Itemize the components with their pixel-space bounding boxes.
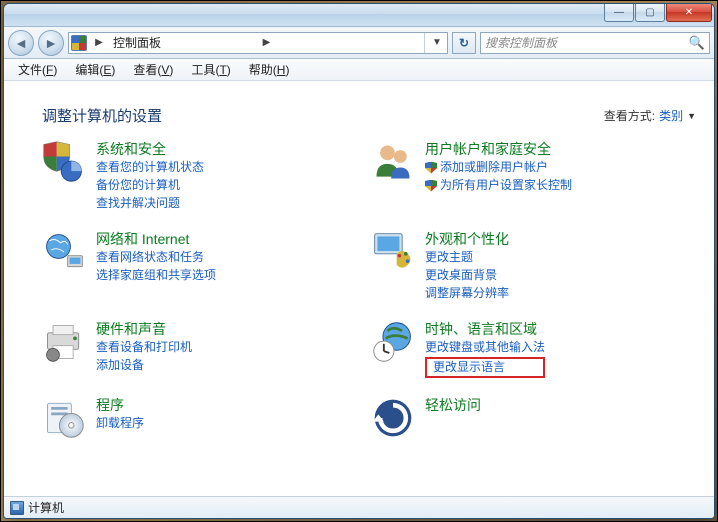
category-ease-of-access: 轻松访问 bbox=[371, 396, 696, 440]
address-bar[interactable]: ▶ 控制面板 ▶ ▼ bbox=[68, 32, 448, 54]
category-link[interactable]: 查看设备和打印机 bbox=[96, 339, 192, 356]
category-user-accounts: 用户帐户和家庭安全 添加或删除用户帐户 为所有用户设置家长控制 bbox=[371, 140, 696, 212]
category-link[interactable]: 添加或删除用户帐户 bbox=[425, 159, 572, 176]
statusbar: 计算机 bbox=[4, 496, 714, 518]
history-dropdown-icon[interactable]: ▼ bbox=[429, 37, 445, 48]
refresh-button[interactable]: ↻ bbox=[452, 32, 476, 54]
category-title[interactable]: 时钟、语言和区域 bbox=[425, 320, 545, 338]
shield-icon bbox=[425, 180, 437, 192]
menu-edit[interactable]: 编辑(E) bbox=[67, 59, 123, 80]
shield-icon bbox=[425, 162, 437, 174]
content-area: 调整计算机的设置 查看方式: 类别 ▼ 系统 bbox=[4, 81, 714, 496]
category-link[interactable]: 选择家庭组和共享选项 bbox=[96, 267, 216, 284]
titlebar: — ▢ ✕ bbox=[4, 4, 714, 27]
menu-view[interactable]: 查看(V) bbox=[125, 59, 181, 80]
category-network-internet: 网络和 Internet 查看网络状态和任务 选择家庭组和共享选项 bbox=[42, 230, 367, 302]
menubar: 文件(F) 编辑(E) 查看(V) 工具(T) 帮助(H) bbox=[4, 59, 714, 81]
category-hardware-sound: 硬件和声音 查看设备和打印机 添加设备 bbox=[42, 320, 367, 378]
category-appearance: 外观和个性化 更改主题 更改桌面背景 调整屏幕分辨率 bbox=[371, 230, 696, 302]
category-link[interactable]: 更改键盘或其他输入法 bbox=[425, 339, 545, 356]
category-link[interactable]: 查看网络状态和任务 bbox=[96, 249, 216, 266]
category-link[interactable]: 卸载程序 bbox=[96, 415, 144, 432]
maximize-button[interactable]: ▢ bbox=[635, 3, 665, 22]
category-title[interactable]: 系统和安全 bbox=[96, 140, 204, 158]
category-link[interactable]: 为所有用户设置家长控制 bbox=[425, 177, 572, 194]
refresh-icon: ↻ bbox=[459, 36, 469, 50]
divider bbox=[424, 33, 425, 53]
window-controls: — ▢ ✕ bbox=[604, 4, 712, 22]
category-title[interactable]: 网络和 Internet bbox=[96, 230, 216, 248]
breadcrumb-sep-icon[interactable]: ▶ bbox=[259, 37, 275, 48]
page-title: 调整计算机的设置 bbox=[42, 105, 162, 126]
link-change-display-language[interactable]: 更改显示语言 bbox=[433, 359, 537, 376]
category-title[interactable]: 外观和个性化 bbox=[425, 230, 509, 248]
chevron-down-icon[interactable]: ▼ bbox=[687, 111, 696, 121]
programs-disc-icon bbox=[42, 396, 86, 440]
breadcrumb-root[interactable]: 控制面板 bbox=[111, 34, 255, 51]
category-title[interactable]: 轻松访问 bbox=[425, 396, 481, 414]
control-panel-icon bbox=[71, 35, 87, 51]
category-grid: 系统和安全 查看您的计算机状态 备份您的计算机 查找并解决问题 用户帐户和家庭安… bbox=[42, 140, 696, 440]
category-link[interactable]: 查看您的计算机状态 bbox=[96, 159, 204, 176]
view-mode-selector: 查看方式: 类别 ▼ bbox=[604, 107, 696, 124]
statusbar-label: 计算机 bbox=[28, 499, 64, 516]
highlighted-link-box: 更改显示语言 bbox=[425, 357, 545, 378]
category-system-security: 系统和安全 查看您的计算机状态 备份您的计算机 查找并解决问题 bbox=[42, 140, 367, 212]
category-link[interactable]: 调整屏幕分辨率 bbox=[425, 285, 509, 302]
breadcrumb-sep-icon[interactable]: ▶ bbox=[91, 37, 107, 48]
globe-network-icon bbox=[42, 230, 86, 274]
back-button[interactable]: ◄ bbox=[8, 30, 34, 56]
people-icon bbox=[371, 140, 415, 184]
category-title[interactable]: 用户帐户和家庭安全 bbox=[425, 140, 572, 158]
search-icon[interactable]: 🔍 bbox=[689, 35, 705, 51]
category-clock-language-region: 时钟、语言和区域 更改键盘或其他输入法 更改显示语言 bbox=[371, 320, 696, 378]
control-panel-window: — ▢ ✕ ◄ ► ▶ 控制面板 ▶ ▼ ↻ 搜索控制面板 🔍 文件(F) 编辑… bbox=[3, 3, 715, 519]
menu-tools[interactable]: 工具(T) bbox=[183, 59, 238, 80]
category-link[interactable]: 更改主题 bbox=[425, 249, 509, 266]
view-mode-value[interactable]: 类别 bbox=[659, 107, 683, 124]
search-placeholder: 搜索控制面板 bbox=[485, 34, 689, 51]
globe-clock-icon bbox=[371, 320, 415, 364]
close-button[interactable]: ✕ bbox=[666, 3, 712, 22]
category-title[interactable]: 硬件和声音 bbox=[96, 320, 192, 338]
monitor-paint-icon bbox=[371, 230, 415, 274]
computer-icon bbox=[10, 501, 24, 515]
shield-chart-icon bbox=[42, 140, 86, 184]
category-link[interactable]: 更改桌面背景 bbox=[425, 267, 509, 284]
menu-file[interactable]: 文件(F) bbox=[10, 59, 65, 80]
printer-icon bbox=[42, 320, 86, 364]
category-link[interactable]: 添加设备 bbox=[96, 357, 192, 374]
category-title[interactable]: 程序 bbox=[96, 396, 144, 414]
search-input[interactable]: 搜索控制面板 🔍 bbox=[480, 32, 710, 54]
navbar: ◄ ► ▶ 控制面板 ▶ ▼ ↻ 搜索控制面板 🔍 bbox=[4, 27, 714, 59]
ease-of-access-icon bbox=[371, 396, 415, 440]
content-header: 调整计算机的设置 查看方式: 类别 ▼ bbox=[42, 105, 696, 126]
minimize-button[interactable]: — bbox=[604, 3, 634, 22]
view-mode-label: 查看方式: bbox=[604, 107, 655, 124]
forward-button[interactable]: ► bbox=[38, 30, 64, 56]
menu-help[interactable]: 帮助(H) bbox=[241, 59, 298, 80]
category-link[interactable]: 查找并解决问题 bbox=[96, 195, 204, 212]
category-link[interactable]: 备份您的计算机 bbox=[96, 177, 204, 194]
category-programs: 程序 卸载程序 bbox=[42, 396, 367, 440]
